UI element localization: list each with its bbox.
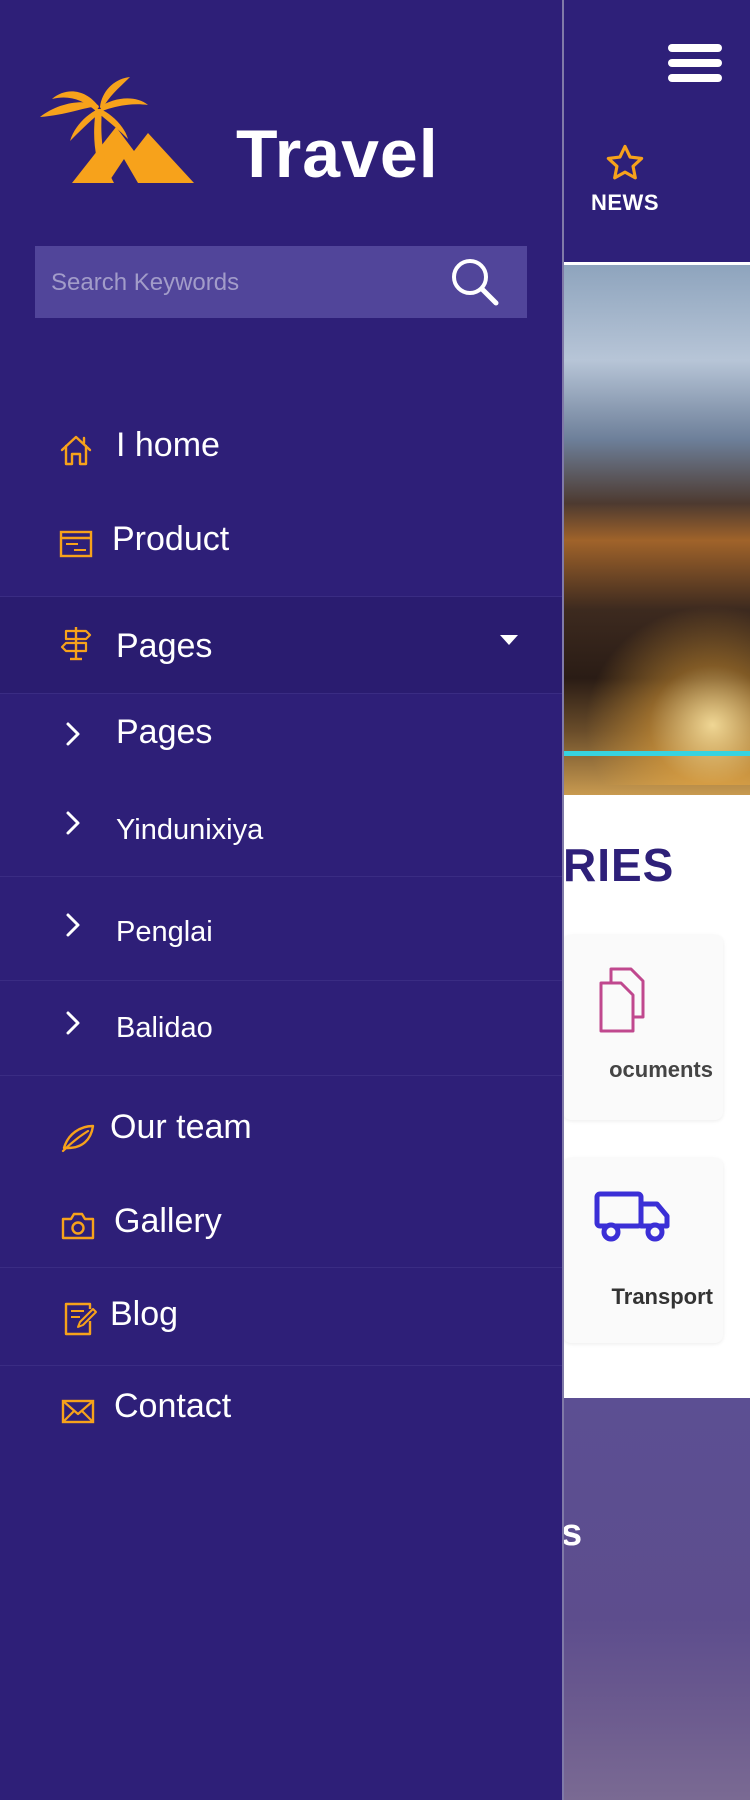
documents-icon <box>599 967 645 1033</box>
divider <box>0 980 562 981</box>
envelope-icon <box>61 1399 95 1424</box>
home-icon <box>60 435 92 466</box>
star-icon <box>606 144 644 180</box>
news-nav-item[interactable]: NEWS <box>575 142 675 216</box>
chevron-right-icon <box>66 913 80 937</box>
submenu-item[interactable]: Penglai <box>0 888 562 978</box>
category-card-transport[interactable]: Transport <box>563 1158 723 1343</box>
chevron-right-icon <box>66 722 80 746</box>
divider <box>0 876 562 877</box>
nav-item-gallery[interactable]: Gallery <box>0 1182 562 1272</box>
hamburger-menu-icon[interactable] <box>668 44 722 88</box>
nav-item-home[interactable]: I home <box>0 406 562 496</box>
nav-label-blog: Blog <box>110 1295 179 1333</box>
note-edit-icon <box>64 1302 97 1336</box>
search-icon[interactable] <box>449 256 501 308</box>
category-label: ocuments <box>609 1057 713 1082</box>
news-label: NEWS <box>591 190 659 215</box>
nav-item-product[interactable]: Product <box>0 500 562 590</box>
nav-label-gallery: Gallery <box>114 1202 222 1240</box>
nav-label-product: Product <box>112 520 230 558</box>
header-bar <box>563 0 750 262</box>
divider <box>0 1365 562 1366</box>
submenu-item[interactable]: Balidao <box>0 982 562 1072</box>
nav-item-our-team[interactable]: Our team <box>0 1088 562 1178</box>
hero-image <box>563 265 750 795</box>
truck-icon <box>594 1191 670 1242</box>
submenu-label: Penglai <box>116 916 213 948</box>
divider <box>0 1075 562 1076</box>
submenu-label: Pages <box>116 713 213 751</box>
divider <box>0 1267 562 1268</box>
submenu-label: Yindunixiya <box>116 814 264 846</box>
palm-tree-logo-icon <box>40 77 194 183</box>
section-title: RIES <box>563 839 675 891</box>
side-drawer: Travel I home Product <box>0 0 562 1800</box>
nav-label-our-team: Our team <box>110 1108 252 1146</box>
submenu-item[interactable]: Pages <box>0 693 562 775</box>
chevron-right-icon <box>66 1011 80 1035</box>
category-card-documents[interactable]: ocuments <box>563 935 723 1120</box>
search-bar <box>35 246 527 318</box>
nav-label-home: I home <box>116 426 220 464</box>
banner-text: s <box>561 1512 583 1554</box>
chevron-right-icon <box>66 811 80 835</box>
signpost-icon <box>60 627 92 661</box>
nav-label-contact: Contact <box>114 1387 232 1425</box>
brand-title: Travel <box>236 116 439 192</box>
category-label: Transport <box>611 1284 713 1309</box>
camera-icon <box>61 1212 95 1240</box>
nav-item-contact[interactable]: Contact <box>0 1367 562 1457</box>
leaf-icon <box>61 1124 95 1153</box>
submenu-item[interactable]: Yindunixiya <box>0 786 562 876</box>
nav-label-pages: Pages <box>116 627 213 665</box>
chevron-down-icon[interactable] <box>500 635 518 645</box>
drawer-edge <box>562 0 564 1800</box>
search-input[interactable] <box>49 258 453 308</box>
nav-item-blog[interactable]: Blog <box>0 1275 562 1365</box>
background-banner <box>563 1398 750 1800</box>
nav-item-pages[interactable]: Pages <box>0 597 562 693</box>
submenu-label: Balidao <box>116 1012 213 1044</box>
product-card-icon <box>59 530 93 558</box>
